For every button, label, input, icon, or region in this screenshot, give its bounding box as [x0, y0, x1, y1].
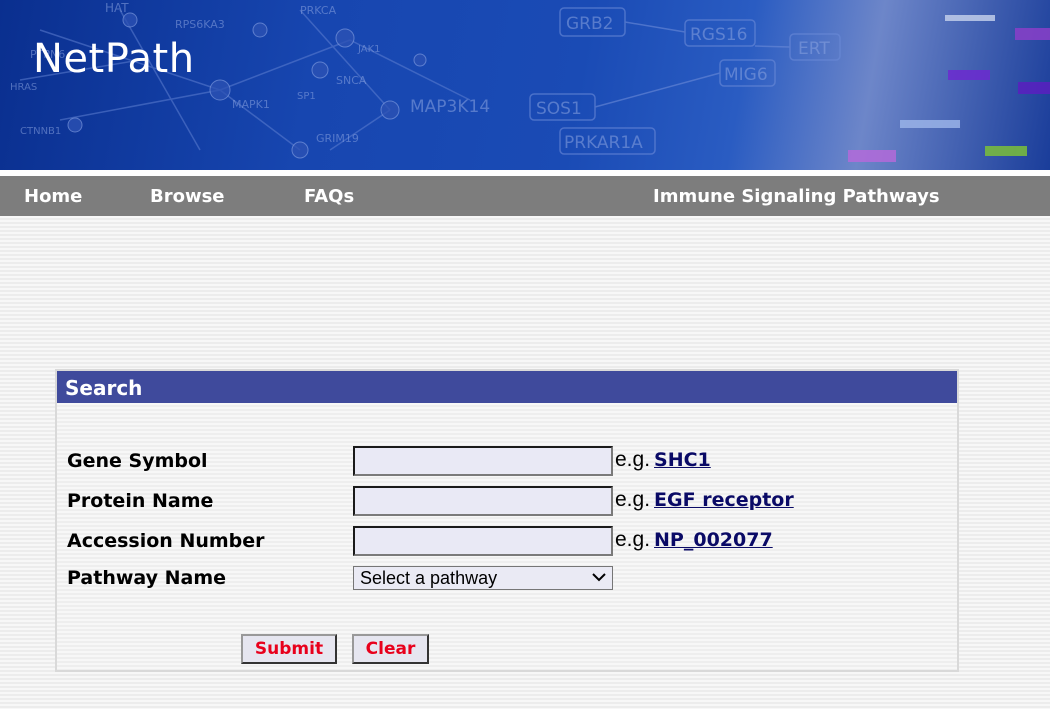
nav-bar: Home Browse FAQs Immune Signaling Pathwa… — [0, 176, 1050, 216]
nav-browse-link[interactable]: Browse — [150, 186, 225, 207]
pathway-select[interactable]: Select a pathway — [353, 566, 613, 590]
svg-text:RGS16: RGS16 — [690, 25, 747, 45]
protein-name-input[interactable] — [353, 486, 613, 516]
svg-text:GRB2: GRB2 — [566, 14, 613, 34]
search-title: Search — [65, 376, 143, 400]
svg-text:MAP3K14: MAP3K14 — [410, 97, 490, 117]
svg-text:SNCA: SNCA — [336, 74, 367, 87]
svg-text:RPS6KA3: RPS6KA3 — [175, 18, 225, 31]
eg-prefix: e.g. — [615, 528, 651, 551]
svg-text:MAPK1: MAPK1 — [232, 98, 270, 111]
accession-number-example: e.g. NP_002077 — [615, 528, 773, 552]
gene-symbol-example: e.g. SHC1 — [615, 448, 711, 472]
svg-text:PRKCA: PRKCA — [300, 4, 337, 17]
header-banner: HAT PTPN6 RPS6KA3 PRKCA JAK1 SNCA MAPK1 … — [0, 0, 1050, 170]
svg-text:HRAS: HRAS — [10, 82, 37, 93]
pathway-network-graphic: HAT PTPN6 RPS6KA3 PRKCA JAK1 SNCA MAPK1 … — [10, 1, 1050, 162]
svg-text:SOS1: SOS1 — [536, 99, 582, 119]
submit-button[interactable]: Submit — [241, 634, 337, 664]
nav-faqs-link[interactable]: FAQs — [304, 186, 354, 207]
protein-name-label: Protein Name — [67, 490, 214, 512]
example-link-shc1[interactable]: SHC1 — [654, 449, 711, 471]
svg-text:PRKAR1A: PRKAR1A — [564, 133, 643, 153]
search-panel: Search Gene Symbol e.g. SHC1 Protein Name… — [55, 369, 959, 672]
netpath-logo[interactable]: NetPath — [33, 36, 195, 82]
svg-text:SP1: SP1 — [297, 91, 316, 102]
svg-text:ERT: ERT — [798, 39, 830, 59]
svg-text:MIG6: MIG6 — [724, 65, 768, 85]
example-link-np-002077[interactable]: NP_002077 — [654, 529, 773, 551]
pathway-select-value: Select a pathway — [360, 568, 498, 588]
example-link-egf-receptor[interactable]: EGF receptor — [654, 489, 794, 511]
accession-number-label: Accession Number — [67, 530, 265, 552]
nav-home-link[interactable]: Home — [24, 186, 82, 207]
eg-prefix: e.g. — [615, 488, 651, 511]
nav-immune-signaling-link[interactable]: Immune Signaling Pathways — [653, 186, 940, 207]
chevron-down-icon — [592, 573, 606, 582]
search-header: Search — [57, 371, 957, 403]
eg-prefix: e.g. — [615, 448, 651, 471]
protein-name-example: e.g. EGF receptor — [615, 488, 794, 512]
svg-text:CTNNB1: CTNNB1 — [20, 126, 61, 137]
pathway-name-label: Pathway Name — [67, 567, 227, 589]
gene-symbol-input[interactable] — [353, 446, 613, 476]
clear-button[interactable]: Clear — [352, 634, 429, 664]
gene-symbol-label: Gene Symbol — [67, 450, 208, 472]
accession-number-input[interactable] — [353, 526, 613, 556]
svg-text:HAT: HAT — [105, 1, 129, 15]
svg-text:GRIM19: GRIM19 — [316, 132, 359, 145]
svg-text:JAK1: JAK1 — [357, 44, 381, 55]
